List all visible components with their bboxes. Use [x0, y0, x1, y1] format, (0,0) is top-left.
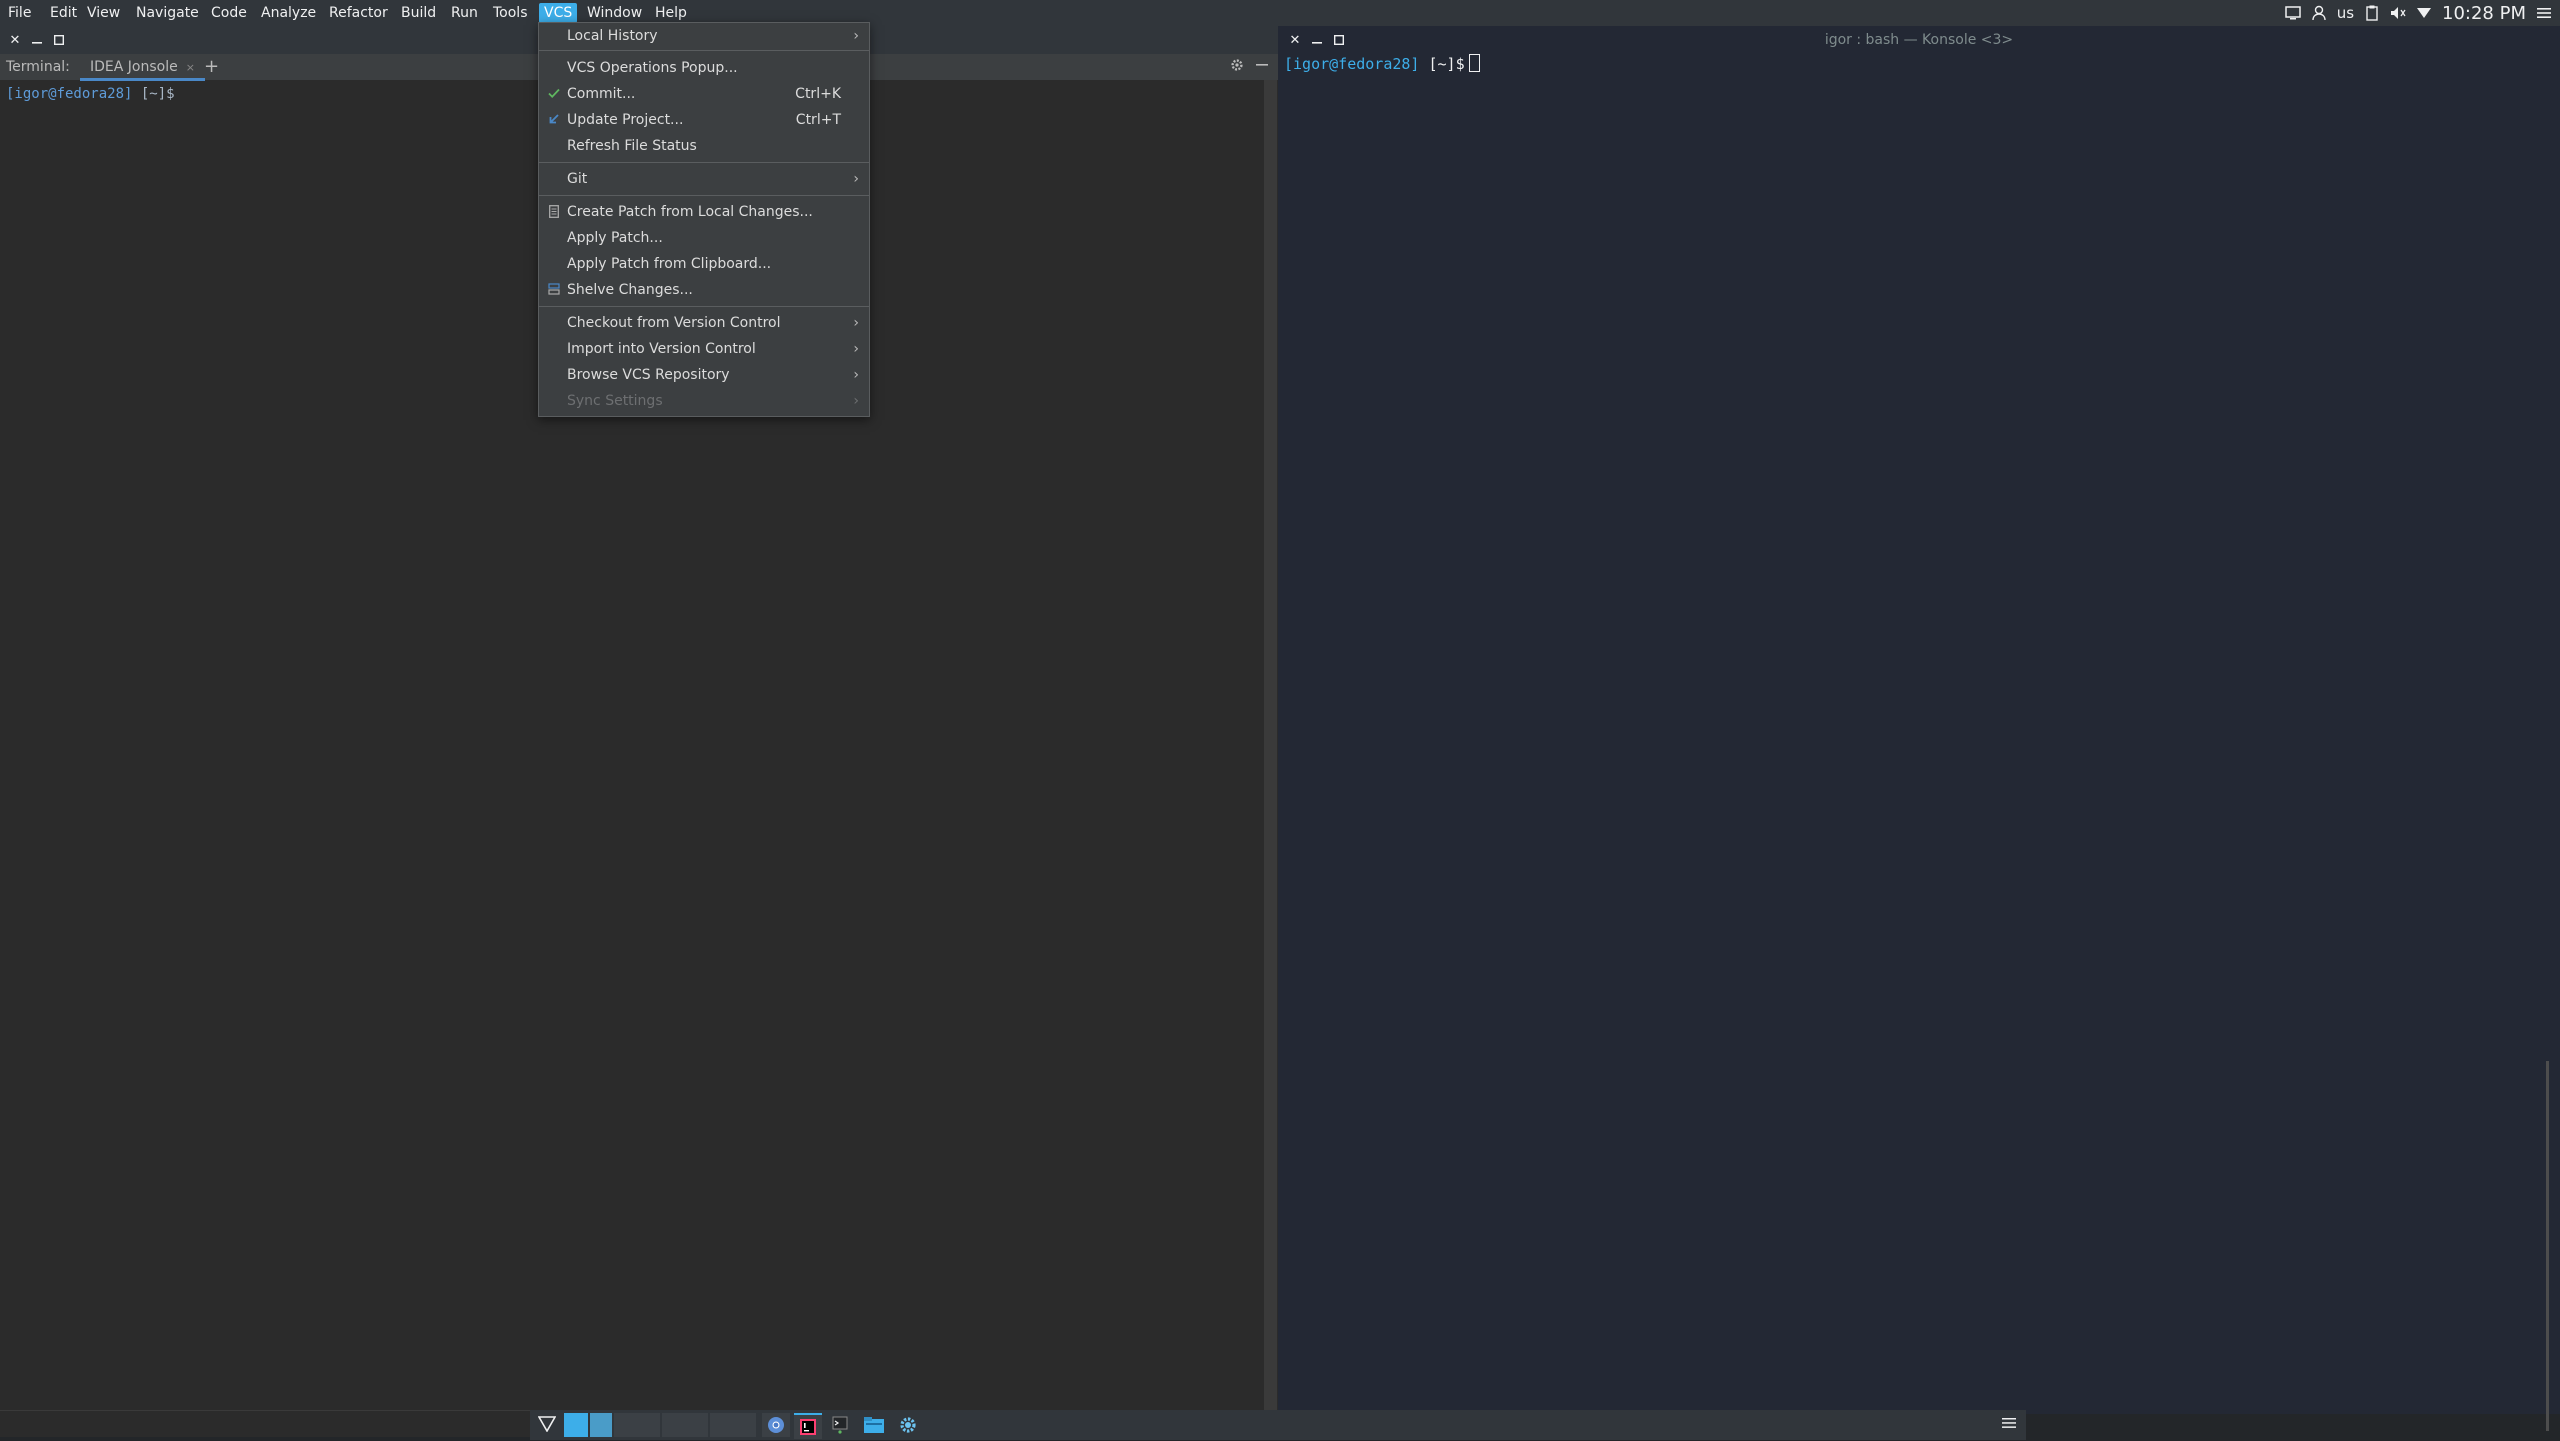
menu-refactor[interactable]: Refactor — [324, 3, 393, 23]
tab-idea-jonsole[interactable]: IDEA Jonsole × — [80, 54, 205, 81]
panel-menu-icon[interactable] — [2002, 1417, 2016, 1441]
terminal-label: Terminal: — [6, 59, 70, 75]
chromium-icon[interactable] — [762, 1413, 790, 1437]
menu-help[interactable]: Help — [650, 3, 692, 23]
prompt-path: [~]$ — [132, 86, 175, 102]
update-arrow-icon — [547, 108, 561, 132]
menu-item-import[interactable]: Import into Version Control › — [539, 337, 869, 361]
desktop-pager-3[interactable] — [614, 1413, 660, 1437]
chevron-right-icon: › — [853, 393, 859, 409]
menu-item-sync-settings: Sync Settings › — [539, 389, 869, 413]
menu-item-browse-repository[interactable]: Browse VCS Repository › — [539, 363, 869, 387]
menu-tools[interactable]: Tools — [488, 3, 533, 23]
window-title: igor : bash — Konsole <3> — [1824, 32, 2014, 48]
clock[interactable]: 10:28 PM — [2442, 3, 2526, 24]
menu-item-commit[interactable]: Commit... Ctrl+K — [539, 82, 869, 106]
settings-icon[interactable] — [894, 1413, 922, 1437]
text-cursor — [1468, 54, 1480, 72]
desktop-pager-2[interactable] — [590, 1413, 612, 1437]
menu-vcs[interactable]: VCS — [539, 3, 578, 23]
menu-separator — [539, 50, 869, 51]
maximize-icon[interactable] — [52, 33, 66, 47]
user-icon[interactable] — [2311, 5, 2327, 21]
chevron-right-icon: › — [853, 28, 859, 44]
intellij-idea-icon[interactable] — [794, 1413, 822, 1439]
menu-item-update-project[interactable]: Update Project... Ctrl+T — [539, 108, 869, 132]
menu-navigate[interactable]: Navigate — [131, 3, 204, 23]
desktop-pager-5[interactable] — [710, 1413, 756, 1437]
menu-item-apply-patch[interactable]: Apply Patch... — [539, 226, 869, 250]
menu-item-apply-patch-clipboard[interactable]: Apply Patch from Clipboard... — [539, 252, 869, 276]
taskbar — [530, 1410, 2026, 1440]
prompt-user: [igor@fedora28] — [6, 86, 133, 102]
shelve-icon — [547, 278, 561, 302]
menu-icon[interactable] — [2536, 5, 2552, 21]
terminal-scrollbar[interactable] — [1264, 80, 1277, 1410]
menu-code[interactable]: Code — [206, 3, 252, 23]
close-icon[interactable]: ✕ — [8, 33, 22, 48]
minimize-icon[interactable] — [30, 33, 44, 47]
clipboard-icon[interactable] — [2364, 5, 2380, 21]
volume-icon[interactable] — [2390, 5, 2406, 21]
shortcut-label: Ctrl+K — [795, 86, 841, 102]
tab-label: IDEA Jonsole — [90, 59, 178, 75]
patch-icon — [547, 200, 561, 224]
konsole-window: ✕ igor : bash — Konsole <3> [igor@fedora… — [1278, 26, 2560, 1431]
terminal-prompt[interactable]: [igor@fedora28] [~]$ — [6, 86, 175, 102]
gear-icon[interactable] — [1230, 58, 1244, 76]
vcs-dropdown-menu: Local History › VCS Operations Popup... … — [538, 22, 870, 417]
new-tab-button[interactable]: + — [204, 56, 219, 77]
checkmark-icon — [547, 82, 561, 106]
menu-item-shelve-changes[interactable]: Shelve Changes... — [539, 278, 869, 302]
menu-edit[interactable]: Edit — [45, 3, 82, 23]
menu-bar: File Edit View Navigate Code Analyze Ref… — [0, 0, 2560, 26]
menu-separator — [539, 306, 869, 307]
chevron-right-icon: › — [853, 367, 859, 383]
konsole-prompt[interactable]: [igor@fedora28] [~]$ — [1284, 54, 1480, 73]
menu-item-checkout[interactable]: Checkout from Version Control › — [539, 311, 869, 335]
menu-item-create-patch[interactable]: Create Patch from Local Changes... — [539, 200, 869, 224]
keyboard-layout-indicator[interactable]: us — [2337, 4, 2354, 22]
tab-close-icon[interactable]: × — [186, 61, 195, 74]
menu-view[interactable]: View — [82, 3, 125, 23]
network-icon[interactable] — [2416, 5, 2432, 21]
hide-panel-icon[interactable] — [1256, 56, 1268, 75]
chevron-right-icon: › — [853, 171, 859, 187]
launcher-icon[interactable] — [537, 1416, 557, 1440]
menu-item-git[interactable]: Git › — [539, 167, 869, 191]
menu-separator — [539, 195, 869, 196]
prompt-user: [igor@fedora28] — [1284, 55, 1420, 73]
konsole-icon[interactable] — [826, 1413, 854, 1437]
screen-icon[interactable] — [2284, 5, 2301, 21]
menu-run[interactable]: Run — [446, 3, 483, 23]
menu-window[interactable]: Window — [582, 3, 647, 23]
menu-analyze[interactable]: Analyze — [256, 3, 321, 23]
menu-file[interactable]: File — [3, 3, 36, 23]
chevron-right-icon: › — [853, 341, 859, 357]
menu-item-local-history[interactable]: Local History › — [539, 24, 869, 48]
file-manager-icon[interactable] — [860, 1413, 888, 1437]
menu-item-refresh-file-status[interactable]: Refresh File Status — [539, 134, 869, 158]
prompt-path: [~]$ — [1419, 55, 1465, 73]
chevron-right-icon: › — [853, 315, 859, 331]
desktop-pager-4[interactable] — [662, 1413, 708, 1437]
konsole-scrollbar[interactable] — [2546, 1061, 2549, 1431]
window-titlebar: ✕ igor : bash — Konsole <3> — [1278, 26, 2560, 54]
menu-item-vcs-operations-popup[interactable]: VCS Operations Popup... — [539, 56, 869, 80]
desktop-pager-1[interactable] — [564, 1413, 588, 1437]
shortcut-label: Ctrl+T — [795, 112, 841, 128]
menu-separator — [539, 162, 869, 163]
system-tray: us 10:28 PM — [2284, 0, 2560, 26]
menu-build[interactable]: Build — [396, 3, 441, 23]
